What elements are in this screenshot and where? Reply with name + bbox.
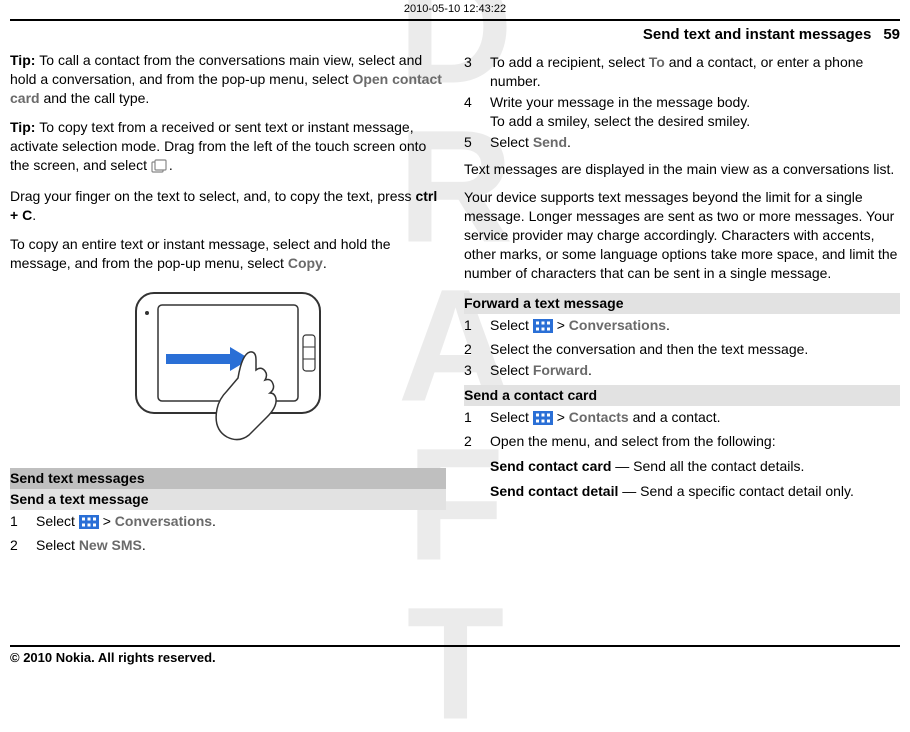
apps-grid-icon: [79, 515, 99, 534]
list-item: 3 Select Forward.: [464, 361, 900, 380]
new-sms-label: New SMS: [79, 537, 142, 553]
text: .: [666, 317, 670, 333]
text: Select Send.: [490, 133, 571, 152]
step-number: 3: [464, 361, 478, 380]
contact-card-steps: 1 Select > Contacts and a contact. 2 Ope…: [464, 408, 900, 451]
drag-select-text: Drag your finger on the text to select, …: [10, 187, 446, 225]
text: Select: [490, 134, 533, 150]
text: .: [169, 157, 173, 173]
send-contact-detail-label: Send contact detail: [490, 483, 622, 499]
footer-copyright: © 2010 Nokia. All rights reserved.: [10, 645, 900, 667]
list-item: 3 To add a recipient, select To and a co…: [464, 53, 900, 91]
heading-send-text-messages: Send text messages: [10, 468, 446, 489]
conversations-list-note: Text messages are displayed in the main …: [464, 160, 900, 179]
text: To add a recipient, select To and a cont…: [490, 53, 900, 91]
tip-call-contact: Tip: To call a contact from the conversa…: [10, 51, 446, 108]
text: Select > Conversations.: [490, 316, 670, 338]
text: — Send all the contact details.: [615, 458, 804, 474]
text: Select Forward.: [490, 361, 592, 380]
text: Select: [490, 317, 533, 333]
step-number: 2: [464, 432, 478, 451]
forward-label: Forward: [533, 362, 588, 378]
device-illustration: [10, 283, 446, 458]
text: — Send a specific contact detail only.: [622, 483, 854, 499]
text: To copy text from a received or sent tex…: [10, 119, 426, 173]
heading-send-contact-card: Send a contact card: [464, 385, 900, 406]
list-item: 5 Select Send.: [464, 133, 900, 152]
timestamp: 2010-05-10 12:43:22: [0, 0, 910, 19]
text: To copy an entire text or instant messag…: [10, 236, 391, 271]
copy-icon: [151, 159, 169, 178]
list-item: 1 Select > Conversations.: [464, 316, 900, 338]
text: .: [142, 537, 146, 553]
page-number: 59: [883, 25, 900, 45]
tip-label: Tip:: [10, 119, 39, 135]
copy-entire-message: To copy an entire text or instant messag…: [10, 235, 446, 273]
list-item: 2 Select the conversation and then the t…: [464, 340, 900, 359]
step-number: 1: [464, 408, 478, 430]
to-label: To: [649, 54, 665, 70]
option-send-contact-detail: Send contact detail — Send a specific co…: [490, 482, 900, 501]
conversations-label: Conversations: [569, 317, 666, 333]
contacts-label: Contacts: [569, 409, 629, 425]
list-item: 2 Select New SMS.: [10, 536, 446, 555]
text: Select: [36, 513, 79, 529]
text: Select the conversation and then the tex…: [490, 340, 808, 359]
send-text-steps-right: 3 To add a recipient, select To and a co…: [464, 53, 900, 151]
heading-send-a-text-message: Send a text message: [10, 489, 446, 510]
step-number: 1: [464, 316, 478, 338]
apps-grid-icon: [533, 319, 553, 338]
long-message-note: Your device supports text messages beyon…: [464, 188, 900, 282]
list-item: 4 Write your message in the message body…: [464, 93, 900, 131]
text: .: [567, 134, 571, 150]
contact-card-options: Send contact card — Send all the contact…: [490, 457, 900, 501]
send-label: Send: [533, 134, 567, 150]
right-column: 3 To add a recipient, select To and a co…: [464, 51, 900, 556]
text: .: [323, 255, 327, 271]
text: Write your message in the message body.: [490, 94, 750, 110]
text: .: [588, 362, 592, 378]
text: Open the menu, and select from the follo…: [490, 432, 776, 451]
list-item: 1 Select > Conversations.: [10, 512, 446, 534]
forward-steps: 1 Select > Conversations. 2 Select the c…: [464, 316, 900, 380]
step-number: 2: [10, 536, 24, 555]
copy-label: Copy: [288, 255, 323, 271]
step-number: 4: [464, 93, 478, 131]
step-number: 5: [464, 133, 478, 152]
text: .: [212, 513, 216, 529]
send-contact-card-label: Send contact card: [490, 458, 615, 474]
text: .: [32, 207, 36, 223]
text: Select: [36, 537, 79, 553]
tip-copy-text: Tip: To copy text from a received or sen…: [10, 118, 446, 178]
text: and the call type.: [40, 90, 150, 106]
tip-label: Tip:: [10, 52, 39, 68]
text: Select: [490, 409, 533, 425]
text: To add a recipient, select: [490, 54, 649, 70]
text: >: [99, 513, 115, 529]
text: >: [553, 317, 569, 333]
left-column: Tip: To call a contact from the conversa…: [10, 51, 446, 556]
text: Select > Conversations.: [36, 512, 216, 534]
text: Select New SMS.: [36, 536, 146, 555]
send-text-steps-left: 1 Select > Conversations. 2 Select New S…: [10, 512, 446, 555]
page-header: Send text and instant messages 59: [0, 21, 910, 51]
list-item: 2 Open the menu, and select from the fol…: [464, 432, 900, 451]
conversations-label: Conversations: [115, 513, 212, 529]
text: and a contact.: [629, 409, 721, 425]
text: >: [553, 409, 569, 425]
step-number: 2: [464, 340, 478, 359]
step-number: 3: [464, 53, 478, 91]
text: Drag your finger on the text to select, …: [10, 188, 415, 204]
list-item: 1 Select > Contacts and a contact.: [464, 408, 900, 430]
text: Select: [490, 362, 533, 378]
header-title: Send text and instant messages: [643, 25, 871, 45]
text: To add a smiley, select the desired smil…: [490, 113, 750, 129]
heading-forward-text-message: Forward a text message: [464, 293, 900, 314]
text: Select > Contacts and a contact.: [490, 408, 721, 430]
apps-grid-icon: [533, 411, 553, 430]
option-send-contact-card: Send contact card — Send all the contact…: [490, 457, 900, 476]
step-number: 1: [10, 512, 24, 534]
text: Write your message in the message body. …: [490, 93, 750, 131]
